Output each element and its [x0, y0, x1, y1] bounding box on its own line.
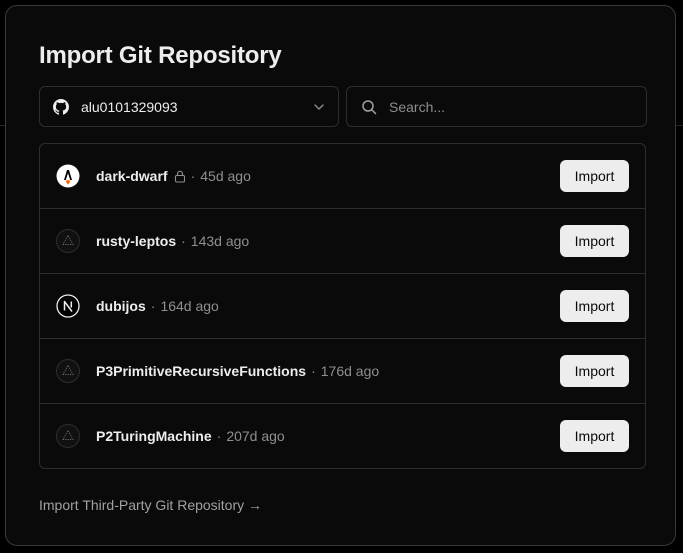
vercel-triangle-icon: [56, 359, 80, 383]
github-icon: [53, 99, 69, 115]
import-button[interactable]: Import: [560, 160, 629, 192]
repository-name[interactable]: dark-dwarf: [96, 168, 168, 184]
import-third-party-link[interactable]: Import Third-Party Git Repository →: [39, 497, 262, 513]
import-button[interactable]: Import: [560, 355, 629, 387]
separator-dot: ·: [216, 428, 222, 444]
repository-row: dubijos · 164d ago Import: [40, 274, 645, 339]
repository-name[interactable]: rusty-leptos: [96, 233, 176, 249]
import-button[interactable]: Import: [560, 290, 629, 322]
import-button[interactable]: Import: [560, 225, 629, 257]
repository-name[interactable]: dubijos: [96, 298, 146, 314]
nextjs-logo-icon: [56, 294, 80, 318]
repository-row: rusty-leptos · 143d ago Import: [40, 209, 645, 274]
repository-age: 164d ago: [160, 298, 219, 314]
repository-age: 176d ago: [320, 363, 380, 379]
import-button[interactable]: Import: [560, 420, 629, 452]
search-input[interactable]: [389, 96, 629, 118]
vercel-triangle-icon: [56, 229, 80, 253]
repository-list: dark-dwarf · 45d ago Import rusty-leptos…: [39, 143, 646, 469]
repository-row: P3PrimitiveRecursiveFunctions · 176d ago…: [40, 339, 645, 404]
account-name: alu0101329093: [81, 99, 178, 115]
import-repository-dialog: Import Git Repository alu0101329093 dark…: [5, 5, 676, 546]
separator-dot: ·: [190, 168, 196, 184]
astro-logo-icon: [56, 164, 80, 188]
repository-row: P2TuringMachine · 207d ago Import: [40, 404, 645, 468]
separator-dot: ·: [150, 298, 156, 314]
vercel-triangle-icon: [56, 424, 80, 448]
repository-age: 45d ago: [200, 168, 251, 184]
search-field: [346, 86, 647, 127]
separator-dot: ·: [181, 233, 186, 249]
repository-age: 207d ago: [226, 428, 285, 444]
repository-age: 143d ago: [190, 233, 250, 249]
separator-dot: ·: [311, 363, 316, 379]
lock-icon: [174, 170, 185, 183]
repository-row: dark-dwarf · 45d ago Import: [40, 144, 645, 209]
dialog-title: Import Git Repository: [39, 42, 282, 69]
chevron-down-icon: [314, 104, 324, 110]
search-icon: [362, 100, 377, 115]
repository-name[interactable]: P3PrimitiveRecursiveFunctions: [96, 363, 306, 379]
account-selector[interactable]: alu0101329093: [39, 86, 339, 127]
repository-name[interactable]: P2TuringMachine: [96, 428, 212, 444]
